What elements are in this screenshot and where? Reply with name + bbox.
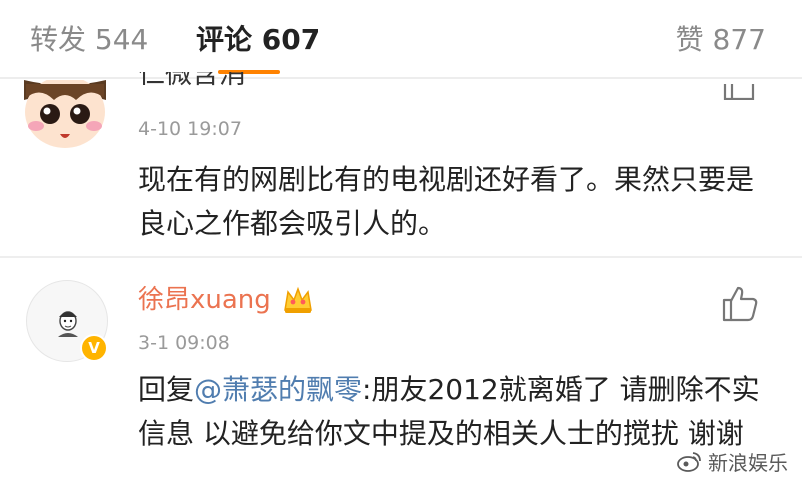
tab-bar: 转发 544 评论 607 赞 877 [0, 0, 802, 79]
watermark-text: 新浪娱乐 [708, 450, 788, 475]
comment-1-text: 现在有的网剧比有的电视剧还好看了。果然只要是良心之作都会吸引人的。 [138, 163, 755, 240]
comment-2-text: 回复@萧瑟的飘零:朋友2012就离婚了 请删除不实信息 以避免给你文中提及的相关… [138, 368, 778, 456]
comment-2-time: 3-1 09:08 [138, 332, 230, 354]
verified-badge: V [80, 334, 108, 362]
mention-link[interactable]: @萧瑟的飘零 [194, 373, 362, 406]
comment-2-avatar[interactable]: V [26, 280, 112, 366]
comment-1-user-name[interactable]: 仁微含消 [138, 72, 246, 98]
tab-comment[interactable]: 评论 607 [196, 20, 320, 60]
thumbs-up-icon[interactable] [720, 284, 760, 324]
weibo-logo-icon [677, 452, 701, 472]
reply-prefix: 回复 [138, 373, 195, 406]
cartoon-face-avatar[interactable] [20, 80, 110, 152]
crown-icon[interactable] [282, 284, 314, 316]
watermark: 新浪娱乐 [676, 446, 788, 476]
comments-screen: 转发 544 评论 607 赞 877 仁微含消 4-10 19:07 现在有的… [0, 0, 802, 493]
tab-repost[interactable]: 转发 544 [30, 20, 148, 60]
comment-separator [0, 256, 802, 258]
comment-2-user-name[interactable]: 徐昂xuang [138, 282, 271, 318]
comment-1-time: 4-10 19:07 [138, 118, 242, 140]
thumbs-up-icon[interactable] [722, 82, 756, 100]
tab-divider [0, 77, 802, 79]
tab-like[interactable]: 赞 877 [676, 20, 766, 60]
